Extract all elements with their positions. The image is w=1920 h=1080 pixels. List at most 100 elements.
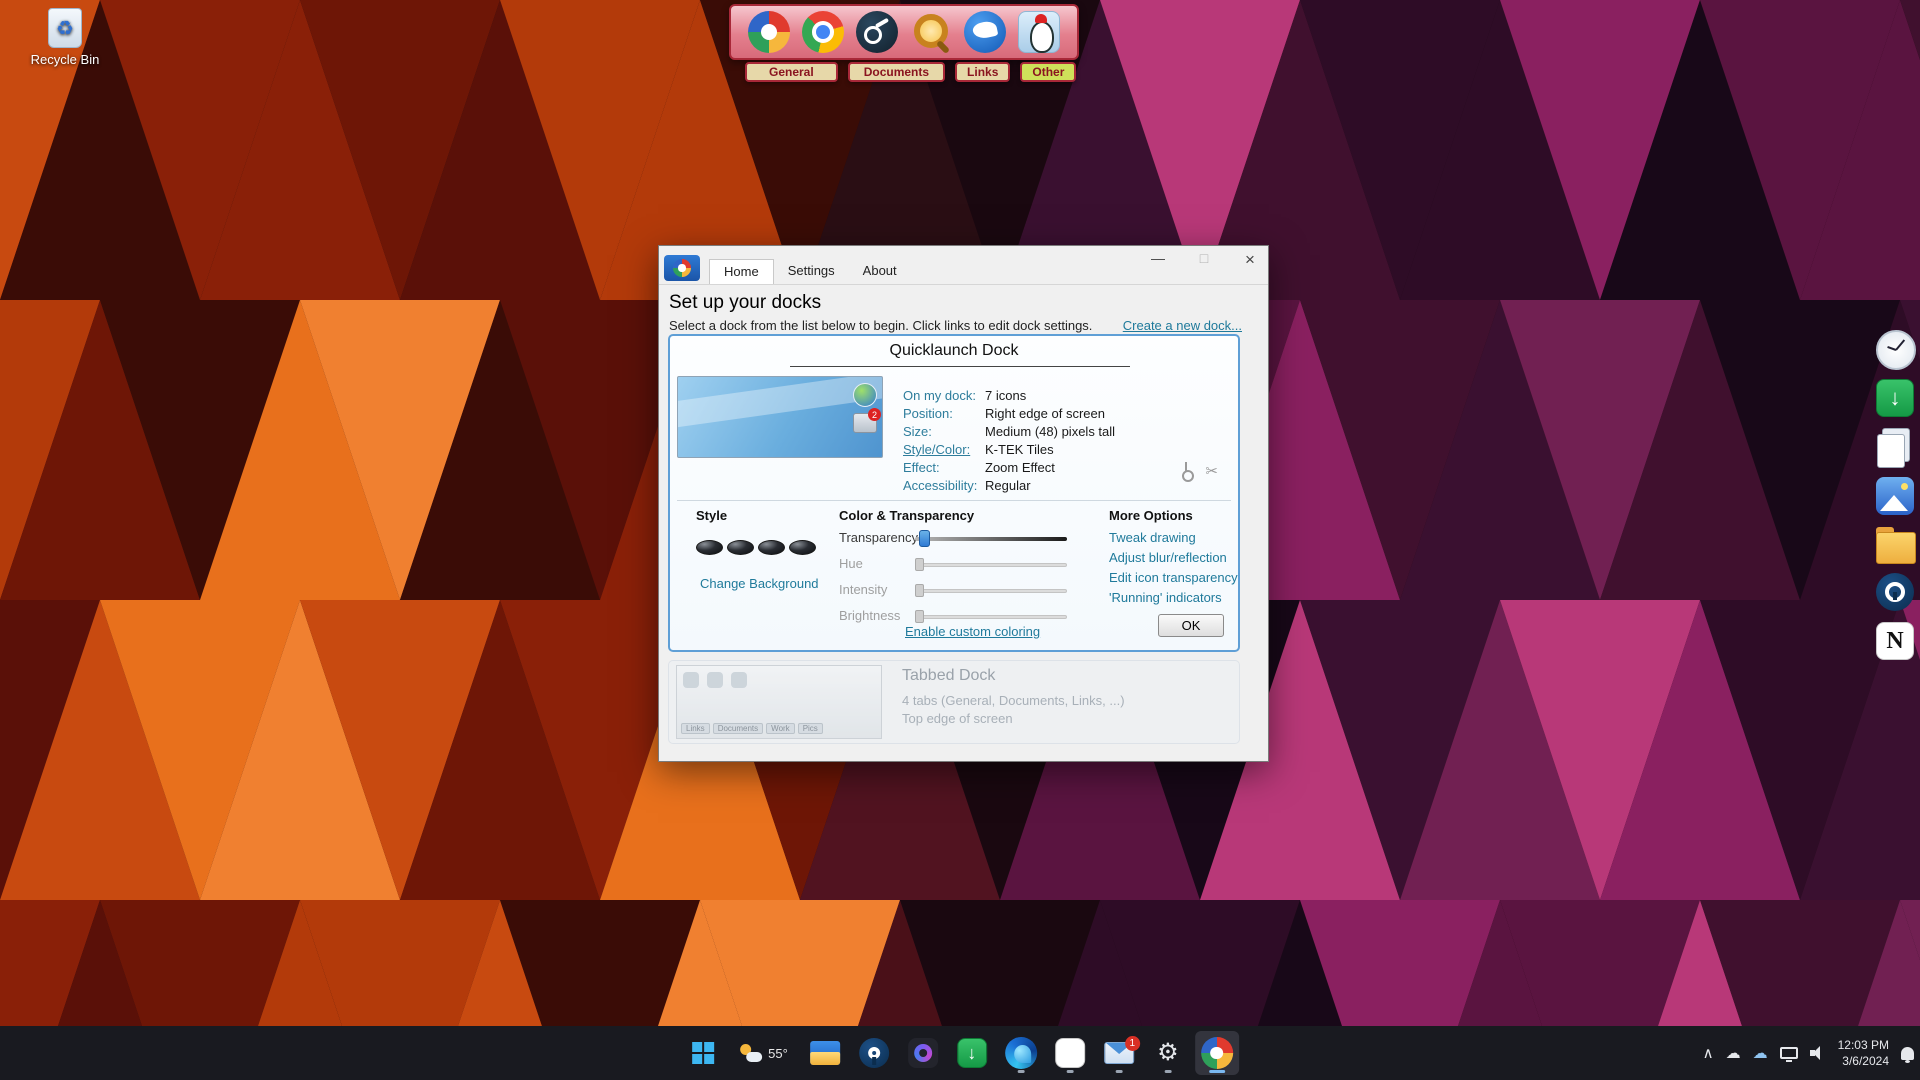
recycle-bin-icon: ♻: [48, 8, 82, 48]
dock-tab-other[interactable]: Other: [1020, 62, 1076, 82]
enable-custom-coloring-link[interactable]: Enable custom coloring: [905, 624, 1040, 639]
steam-icon[interactable]: [856, 11, 898, 53]
accessibility-link[interactable]: Accessibility:: [903, 478, 977, 493]
weather-widget[interactable]: 55°: [730, 1031, 798, 1075]
transparency-slider[interactable]: [915, 537, 1067, 541]
style-heading: Style: [696, 508, 727, 523]
settings-icon[interactable]: ⚙: [1146, 1031, 1190, 1075]
volume-icon[interactable]: [1810, 1046, 1826, 1060]
intensity-slider: [915, 589, 1067, 593]
on-my-dock-value: 7 icons: [985, 388, 1026, 403]
objectdock-icon[interactable]: [748, 11, 790, 53]
objectdock-taskbar-icon[interactable]: [1195, 1031, 1239, 1075]
system-tray: ∧ ☁ ☁ 12:03 PM 3/6/2024: [1703, 1026, 1914, 1080]
property-row: Size: Medium (48) pixels tall: [903, 424, 932, 439]
preview-folder-icon: 2: [853, 413, 877, 433]
preview-orb-icon: [853, 383, 877, 407]
preview-tab-chip: Links: [681, 723, 710, 734]
style-color-value: K-TEK Tiles: [985, 442, 1054, 457]
transparency-slider-thumb[interactable]: [919, 530, 930, 547]
download-manager-icon[interactable]: ↓: [950, 1031, 994, 1075]
documents-icon[interactable]: [1876, 428, 1918, 470]
pictures-icon[interactable]: [1876, 477, 1918, 519]
preview-tab-chip: Pics: [798, 723, 823, 734]
transparency-slider-row: Transparency: [839, 530, 1139, 548]
effect-value: Zoom Effect: [985, 460, 1055, 475]
quicklaunch-dock-panel[interactable]: Quicklaunch Dock 2 On my dock: 7 icons P…: [668, 334, 1240, 652]
hue-slider-thumb: [915, 558, 924, 571]
color-transparency-heading: Color & Transparency: [839, 508, 974, 523]
running-indicators-link[interactable]: 'Running' indicators: [1109, 590, 1222, 605]
tabbed-dock-panel[interactable]: Links Documents Work Pics Tabbed Dock 4 …: [668, 660, 1240, 744]
window-titlebar[interactable]: Home Settings About — □ ×: [659, 246, 1268, 285]
downloads-icon[interactable]: ↓: [1876, 379, 1918, 421]
intensity-slider-row: Intensity: [839, 582, 1139, 600]
onedrive-icon[interactable]: ☁: [1726, 1044, 1741, 1062]
intensity-slider-thumb: [915, 584, 924, 597]
scissors-icon[interactable]: ✂: [1205, 462, 1218, 480]
ok-button[interactable]: OK: [1158, 614, 1224, 637]
objectdock-settings-window: Home Settings About — □ × Set up your do…: [658, 245, 1269, 762]
thunderbird-icon[interactable]: [964, 11, 1006, 53]
style-color-link[interactable]: Style/Color:: [903, 442, 970, 457]
clock[interactable]: 12:03 PM 3/6/2024: [1838, 1037, 1889, 1069]
size-link[interactable]: Size:: [903, 424, 932, 439]
start-button[interactable]: [681, 1031, 725, 1075]
style-preset-button[interactable]: [789, 540, 816, 555]
edit-icon-transparency-link[interactable]: Edit icon transparency: [1109, 570, 1238, 585]
pin-tool-icon[interactable]: [1181, 462, 1191, 478]
tray-chevron-icon[interactable]: ∧: [1703, 1044, 1714, 1062]
preview-tab-chip: Work: [766, 723, 795, 734]
adjust-blur-reflection-link[interactable]: Adjust blur/reflection: [1109, 550, 1227, 565]
page-subtitle: Select a dock from the list below to beg…: [669, 318, 1092, 333]
weather-icon: [740, 1044, 762, 1062]
tabbed-dock-background: [729, 4, 1079, 60]
onepassword-taskbar-icon[interactable]: [852, 1031, 896, 1075]
close-button[interactable]: ×: [1238, 250, 1262, 270]
folder-icon[interactable]: [1876, 526, 1918, 568]
style-preset-button[interactable]: [727, 540, 754, 555]
property-row: Effect: Zoom Effect: [903, 460, 940, 475]
onepassword-icon[interactable]: [1876, 573, 1918, 615]
tweak-drawing-link[interactable]: Tweak drawing: [1109, 530, 1196, 545]
on-my-dock-link[interactable]: On my dock:: [903, 388, 976, 403]
notification-bell-icon[interactable]: [1901, 1047, 1914, 1060]
file-explorer-icon[interactable]: [803, 1031, 847, 1075]
maximize-button[interactable]: □: [1192, 250, 1216, 270]
clock-icon[interactable]: [1876, 330, 1918, 372]
position-link[interactable]: Position:: [903, 406, 953, 421]
chrome-icon[interactable]: [802, 11, 844, 53]
tabbed-dock-summary: 4 tabs (General, Documents, Links, ...): [902, 693, 1125, 708]
property-row: Accessibility: Regular: [903, 478, 977, 493]
tab-home[interactable]: Home: [709, 259, 774, 284]
style-preset-button[interactable]: [758, 540, 785, 555]
style-preset-button[interactable]: [696, 540, 723, 555]
notion-icon[interactable]: N: [1876, 622, 1918, 664]
property-row: On my dock: 7 icons: [903, 388, 976, 403]
quicklaunch-dock-title: Quicklaunch Dock: [670, 342, 1238, 360]
search-icon[interactable]: [910, 11, 952, 53]
create-new-dock-link[interactable]: Create a new dock...: [1123, 318, 1242, 333]
cloud-sync-icon[interactable]: ☁: [1753, 1044, 1768, 1062]
mail-icon[interactable]: 1: [1097, 1031, 1141, 1075]
brightness-slider: [915, 615, 1067, 619]
notion-taskbar-icon[interactable]: [1048, 1031, 1092, 1075]
change-background-link[interactable]: Change Background: [700, 576, 819, 591]
edge-icon[interactable]: [999, 1031, 1043, 1075]
property-row: Style/Color: K-TEK Tiles: [903, 442, 970, 457]
penguin-icon[interactable]: [1018, 11, 1060, 53]
cast-display-icon[interactable]: [1780, 1047, 1798, 1059]
loop-icon[interactable]: [901, 1031, 945, 1075]
minimize-button[interactable]: —: [1146, 250, 1170, 270]
tab-settings[interactable]: Settings: [774, 259, 849, 284]
effect-link[interactable]: Effect:: [903, 460, 940, 475]
size-value: Medium (48) pixels tall: [985, 424, 1115, 439]
dock-tab-links[interactable]: Links: [955, 62, 1010, 82]
recycle-bin[interactable]: ♻ Recycle Bin: [22, 8, 108, 67]
hue-slider-row: Hue: [839, 556, 1139, 574]
dock-tab-general[interactable]: General: [745, 62, 838, 82]
dock-tab-documents[interactable]: Documents: [848, 62, 945, 82]
tray-date: 3/6/2024: [1838, 1053, 1889, 1069]
taskbar: 55° ↓ 1 ⚙ ∧ ☁ ☁ 12:03 PM 3/6/2024: [0, 1026, 1920, 1080]
tab-about[interactable]: About: [849, 259, 911, 284]
